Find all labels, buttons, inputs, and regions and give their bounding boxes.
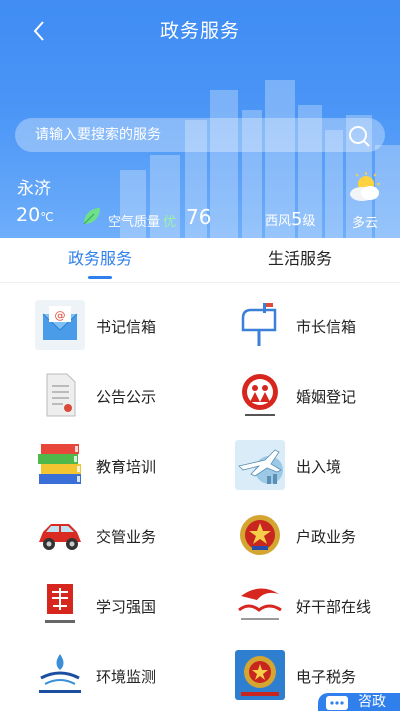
service-label: 交管业务 [96,528,157,546]
books-icon [35,440,85,490]
search-icon[interactable] [347,124,371,148]
service-item[interactable]: 环境监测 [0,640,200,710]
airplane-icon [235,440,285,490]
wind-level: 5 [291,209,303,230]
wind-info: 西风5级 [265,209,315,230]
active-tab-indicator [88,276,112,279]
leaf-icon [83,208,100,225]
service-label: 环境监测 [96,668,157,686]
xuexi-logo-icon [35,580,85,630]
mailbox-icon [235,300,285,350]
service-item[interactable]: 好干部在线 [200,570,400,640]
divider [0,282,400,283]
air-quality-label: 空气质量 [108,215,161,230]
top-bar: 政务服务 [0,0,400,62]
service-item[interactable]: @ 书记信箱 [0,290,200,360]
service-item[interactable]: 出入境 [200,430,400,500]
tax-emblem-icon [235,650,285,700]
back-arrow-icon[interactable] [28,18,52,44]
service-item[interactable]: 学习强国 [0,570,200,640]
service-label: 好干部在线 [296,598,372,616]
weather-condition: 多云 [352,216,379,231]
search-input[interactable] [35,118,335,152]
temperature-unit: ℃ [40,210,54,224]
service-label: 学习强国 [96,598,157,616]
service-label: 婚姻登记 [296,388,357,406]
chat-bubble-icon [326,696,348,710]
document-icon [35,370,85,420]
service-item[interactable]: 市长信箱 [200,290,400,360]
service-label: 市长信箱 [296,318,357,336]
service-label: 书记信箱 [96,318,157,336]
service-label: 教育培训 [96,458,157,476]
temperature: 20℃ [16,204,54,226]
tab-government-services[interactable]: 政务服务 [30,238,170,280]
service-item[interactable]: 公告公示 [0,360,200,430]
service-label: 电子税务 [296,668,357,686]
car-icon [35,510,85,560]
cadre-online-logo-icon [235,580,285,630]
service-item[interactable]: 交管业务 [0,500,200,570]
search-bar[interactable] [15,118,385,152]
air-quality-value: 76 [186,205,212,229]
svg-text:@: @ [55,309,66,322]
environment-logo-icon [35,650,85,700]
temperature-value: 20 [16,204,41,226]
police-badge-icon [235,510,285,560]
service-item[interactable]: 婚姻登记 [200,360,400,430]
air-quality-level: 优 [163,215,177,230]
city-name: 永济 [17,179,51,199]
consult-label: 咨政 [358,694,386,710]
service-label: 出入境 [296,458,342,476]
mail-envelope-icon: @ [35,300,85,350]
wind-direction: 西风 [265,214,292,229]
tab-life-services[interactable]: 生活服务 [230,238,370,280]
service-tabs: 政务服务 生活服务 [0,238,400,280]
wind-unit: 级 [302,214,316,229]
service-label: 公告公示 [96,388,157,406]
service-item[interactable]: 教育培训 [0,430,200,500]
service-item[interactable]: 户政业务 [200,500,400,570]
page-title: 政务服务 [159,20,240,42]
partly-cloudy-icon [350,172,380,201]
service-label: 户政业务 [296,528,357,546]
consult-button[interactable]: 咨政 [318,693,400,711]
marriage-emblem-icon [235,370,285,420]
